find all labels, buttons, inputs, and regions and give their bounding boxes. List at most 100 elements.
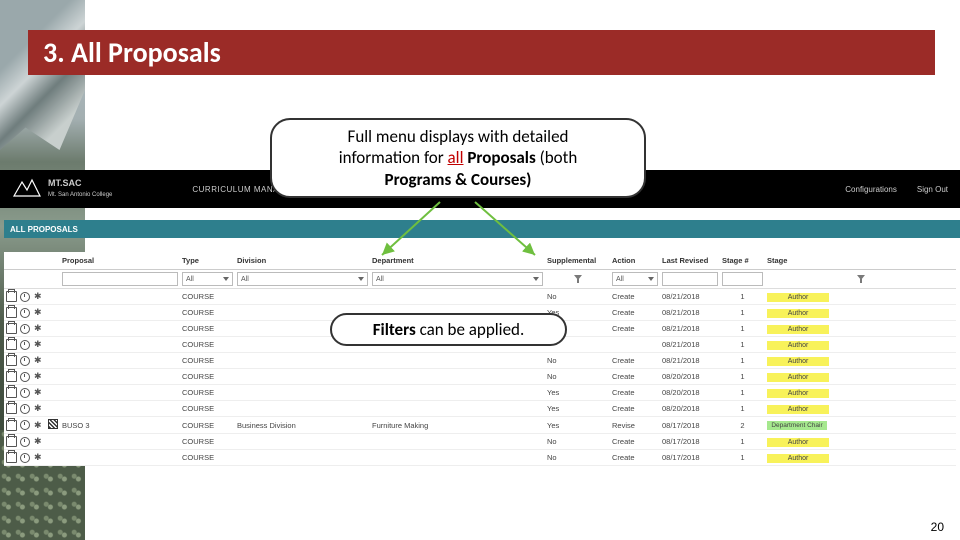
star-icon[interactable]: ✱ <box>34 308 43 317</box>
stage-badge: Author <box>767 389 829 398</box>
star-icon[interactable]: ✱ <box>34 372 43 381</box>
slide-title: 3. All Proposals <box>43 35 221 70</box>
history-icon[interactable] <box>20 388 30 398</box>
table-row[interactable]: ✱COURSEYesCreate08/20/20181Author <box>4 401 956 417</box>
print-icon[interactable] <box>6 355 17 366</box>
filter-proposal[interactable] <box>62 272 178 286</box>
star-icon[interactable]: ✱ <box>34 421 43 430</box>
cell-stage: Author <box>765 450 956 466</box>
table-row[interactable]: ✱COURSENoCreate08/20/20181Author <box>4 369 956 385</box>
nav-configurations[interactable]: Configurations <box>845 185 897 194</box>
callout-bold-proposals: Proposals <box>463 147 535 168</box>
cell-stage-num: 1 <box>720 321 765 337</box>
callout-line1: Full menu displays with detailed <box>348 126 569 147</box>
stage-badge: Author <box>767 373 829 382</box>
cell-stage: Author <box>765 385 956 401</box>
star-icon[interactable]: ✱ <box>34 292 43 301</box>
history-icon[interactable] <box>20 292 30 302</box>
history-icon[interactable] <box>20 437 30 447</box>
cell-action: Create <box>610 305 660 321</box>
cell-type: COURSE <box>180 434 235 450</box>
star-icon[interactable]: ✱ <box>34 388 43 397</box>
cell-proposal <box>60 353 180 369</box>
cell-stage-num: 1 <box>720 289 765 305</box>
proposals-table: Proposal Type Division Department Supple… <box>4 252 956 466</box>
star-icon[interactable]: ✱ <box>34 340 43 349</box>
star-icon[interactable]: ✱ <box>34 453 43 462</box>
history-icon[interactable] <box>20 420 30 430</box>
cell-division <box>235 385 370 401</box>
filter-last-revised[interactable] <box>662 272 718 286</box>
filter-supplemental-icon[interactable] <box>573 274 583 284</box>
cell-proposal <box>60 321 180 337</box>
col-action[interactable]: Action <box>610 252 660 270</box>
col-stage-num[interactable]: Stage # <box>720 252 765 270</box>
print-icon[interactable] <box>6 371 17 382</box>
print-icon[interactable] <box>6 420 17 431</box>
mtsac-logo[interactable]: MT.SACMt. San Antonio College <box>12 174 112 204</box>
cell-stage-num: 2 <box>720 417 765 434</box>
cell-stage: Author <box>765 401 956 417</box>
star-icon[interactable]: ✱ <box>34 324 43 333</box>
logo-text: MT.SACMt. San Antonio College <box>48 179 112 199</box>
print-icon[interactable] <box>6 452 17 463</box>
filter-stage-icon[interactable] <box>856 274 866 284</box>
history-icon[interactable] <box>20 340 30 350</box>
filter-row: All All All All <box>4 270 956 289</box>
star-icon[interactable]: ✱ <box>34 437 43 446</box>
filter-division[interactable]: All <box>237 272 368 286</box>
callout-line3: Programs & Courses) <box>385 169 532 190</box>
cell-action: Create <box>610 369 660 385</box>
col-last-revised[interactable]: Last Revised <box>660 252 720 270</box>
filter-action[interactable]: All <box>612 272 658 286</box>
col-type[interactable]: Type <box>180 252 235 270</box>
print-icon[interactable] <box>6 436 17 447</box>
cell-division <box>235 289 370 305</box>
cell-division: Business Division <box>235 417 370 434</box>
cell-type: COURSE <box>180 289 235 305</box>
print-icon[interactable] <box>6 307 17 318</box>
cell-type: COURSE <box>180 401 235 417</box>
cell-type: COURSE <box>180 417 235 434</box>
print-icon[interactable] <box>6 339 17 350</box>
col-proposal[interactable]: Proposal <box>60 252 180 270</box>
stage-badge: Author <box>767 405 829 414</box>
cell-type: COURSE <box>180 337 235 353</box>
history-icon[interactable] <box>20 324 30 334</box>
cell-proposal <box>60 289 180 305</box>
print-icon[interactable] <box>6 291 17 302</box>
print-icon[interactable] <box>6 403 17 414</box>
history-icon[interactable] <box>20 372 30 382</box>
table-row[interactable]: ✱COURSENoCreate08/21/20181Author <box>4 353 956 369</box>
history-icon[interactable] <box>20 453 30 463</box>
filter-type[interactable]: All <box>182 272 233 286</box>
table-row[interactable]: ✱COURSENoCreate08/17/20181Author <box>4 450 956 466</box>
cell-stage: Author <box>765 369 956 385</box>
table-row[interactable]: ✱COURSENoCreate08/17/20181Author <box>4 434 956 450</box>
nav-sign-out[interactable]: Sign Out <box>917 185 948 194</box>
star-icon[interactable]: ✱ <box>34 356 43 365</box>
filter-department[interactable]: All <box>372 272 543 286</box>
cell-last-revised: 08/17/2018 <box>660 417 720 434</box>
table-row[interactable]: ✱COURSENoCreate08/21/20181Author <box>4 289 956 305</box>
table-row[interactable]: ✱COURSEYesCreate08/20/20181Author <box>4 385 956 401</box>
history-icon[interactable] <box>20 356 30 366</box>
col-division[interactable]: Division <box>235 252 370 270</box>
history-icon[interactable] <box>20 404 30 414</box>
print-icon[interactable] <box>6 323 17 334</box>
cell-stage-num: 1 <box>720 450 765 466</box>
col-supplemental[interactable]: Supplemental <box>545 252 610 270</box>
flag-icon[interactable] <box>48 419 58 429</box>
cell-action: Create <box>610 450 660 466</box>
cell-supplemental: No <box>545 369 610 385</box>
print-icon[interactable] <box>6 387 17 398</box>
cell-division <box>235 434 370 450</box>
col-stage[interactable]: Stage <box>765 252 956 270</box>
filter-stage-num[interactable] <box>722 272 763 286</box>
callout-filters-bold: Filters <box>373 319 416 340</box>
history-icon[interactable] <box>20 308 30 318</box>
table-row[interactable]: ✱BUSO 3COURSEBusiness DivisionFurniture … <box>4 417 956 434</box>
arrow-left <box>370 197 470 262</box>
star-icon[interactable]: ✱ <box>34 404 43 413</box>
cell-last-revised: 08/17/2018 <box>660 434 720 450</box>
